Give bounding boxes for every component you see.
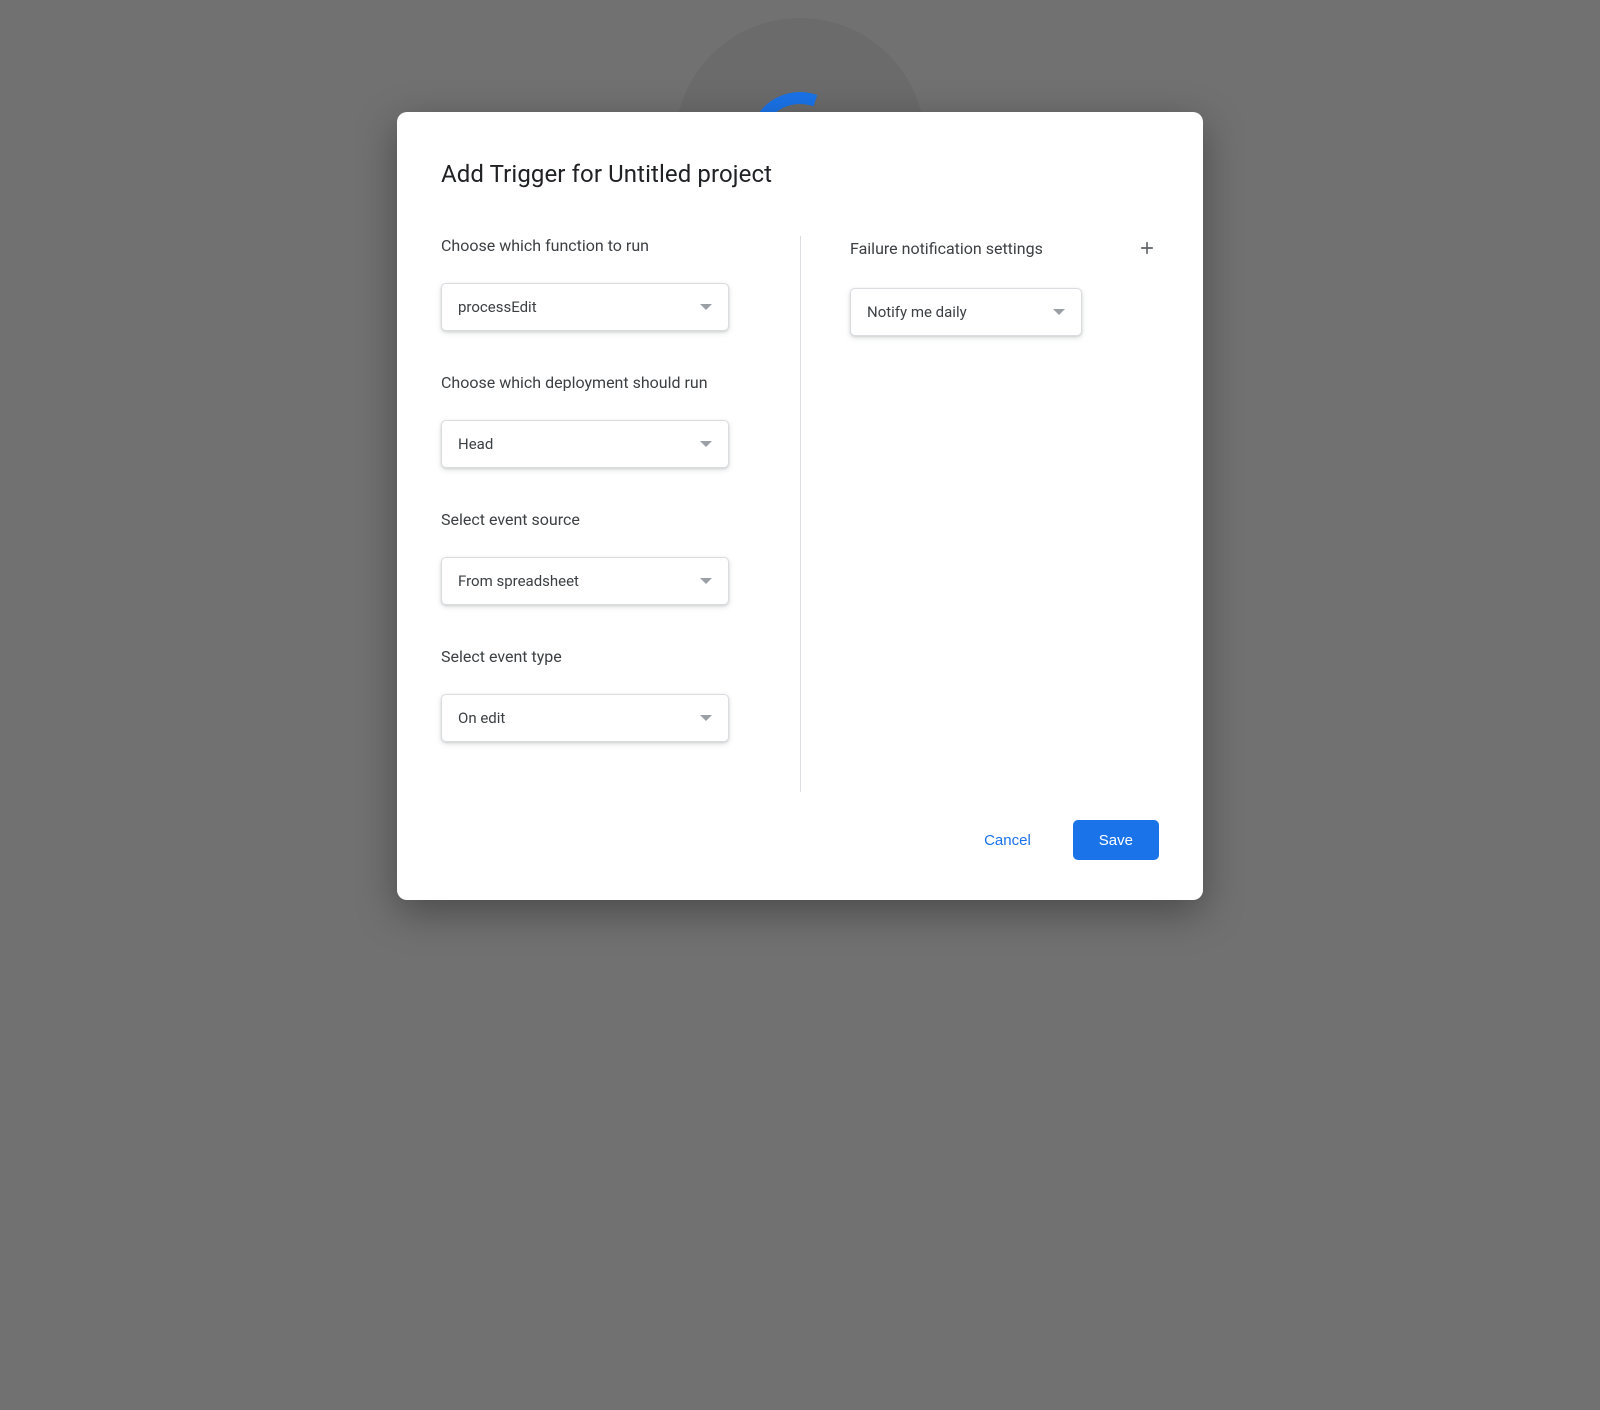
event-type-field: Select event type On edit (441, 647, 750, 742)
left-column: Choose which function to run processEdit… (441, 236, 800, 792)
deployment-field: Choose which deployment should run Head (441, 373, 750, 468)
function-select-value: processEdit (458, 298, 537, 316)
event-source-select[interactable]: From spreadsheet (441, 557, 729, 605)
plus-icon (1137, 238, 1157, 258)
event-source-label: Select event source (441, 510, 750, 529)
deployment-select-value: Head (458, 435, 493, 453)
chevron-down-icon (700, 715, 712, 721)
right-column: Failure notification settings Notify me … (800, 236, 1159, 792)
notification-field: Failure notification settings Notify me … (850, 236, 1159, 336)
dialog-columns: Choose which function to run processEdit… (441, 236, 1159, 792)
notification-select-value: Notify me daily (867, 303, 967, 321)
save-button[interactable]: Save (1073, 820, 1159, 860)
event-source-field: Select event source From spreadsheet (441, 510, 750, 605)
deployment-label: Choose which deployment should run (441, 373, 750, 392)
add-notification-button[interactable] (1135, 236, 1159, 260)
event-type-select[interactable]: On edit (441, 694, 729, 742)
dialog-title: Add Trigger for Untitled project (441, 160, 1159, 188)
event-type-label: Select event type (441, 647, 750, 666)
chevron-down-icon (700, 304, 712, 310)
column-divider (800, 236, 801, 792)
add-trigger-dialog: Add Trigger for Untitled project Choose … (397, 112, 1203, 900)
notification-select[interactable]: Notify me daily (850, 288, 1082, 336)
function-select[interactable]: processEdit (441, 283, 729, 331)
chevron-down-icon (700, 441, 712, 447)
notification-label: Failure notification settings (850, 239, 1043, 258)
function-field: Choose which function to run processEdit (441, 236, 750, 331)
notification-label-row: Failure notification settings (850, 236, 1159, 260)
event-type-select-value: On edit (458, 709, 505, 727)
function-label: Choose which function to run (441, 236, 750, 255)
cancel-button[interactable]: Cancel (958, 820, 1057, 860)
deployment-select[interactable]: Head (441, 420, 729, 468)
dialog-actions: Cancel Save (441, 820, 1159, 860)
chevron-down-icon (1053, 309, 1065, 315)
event-source-select-value: From spreadsheet (458, 572, 579, 590)
chevron-down-icon (700, 578, 712, 584)
